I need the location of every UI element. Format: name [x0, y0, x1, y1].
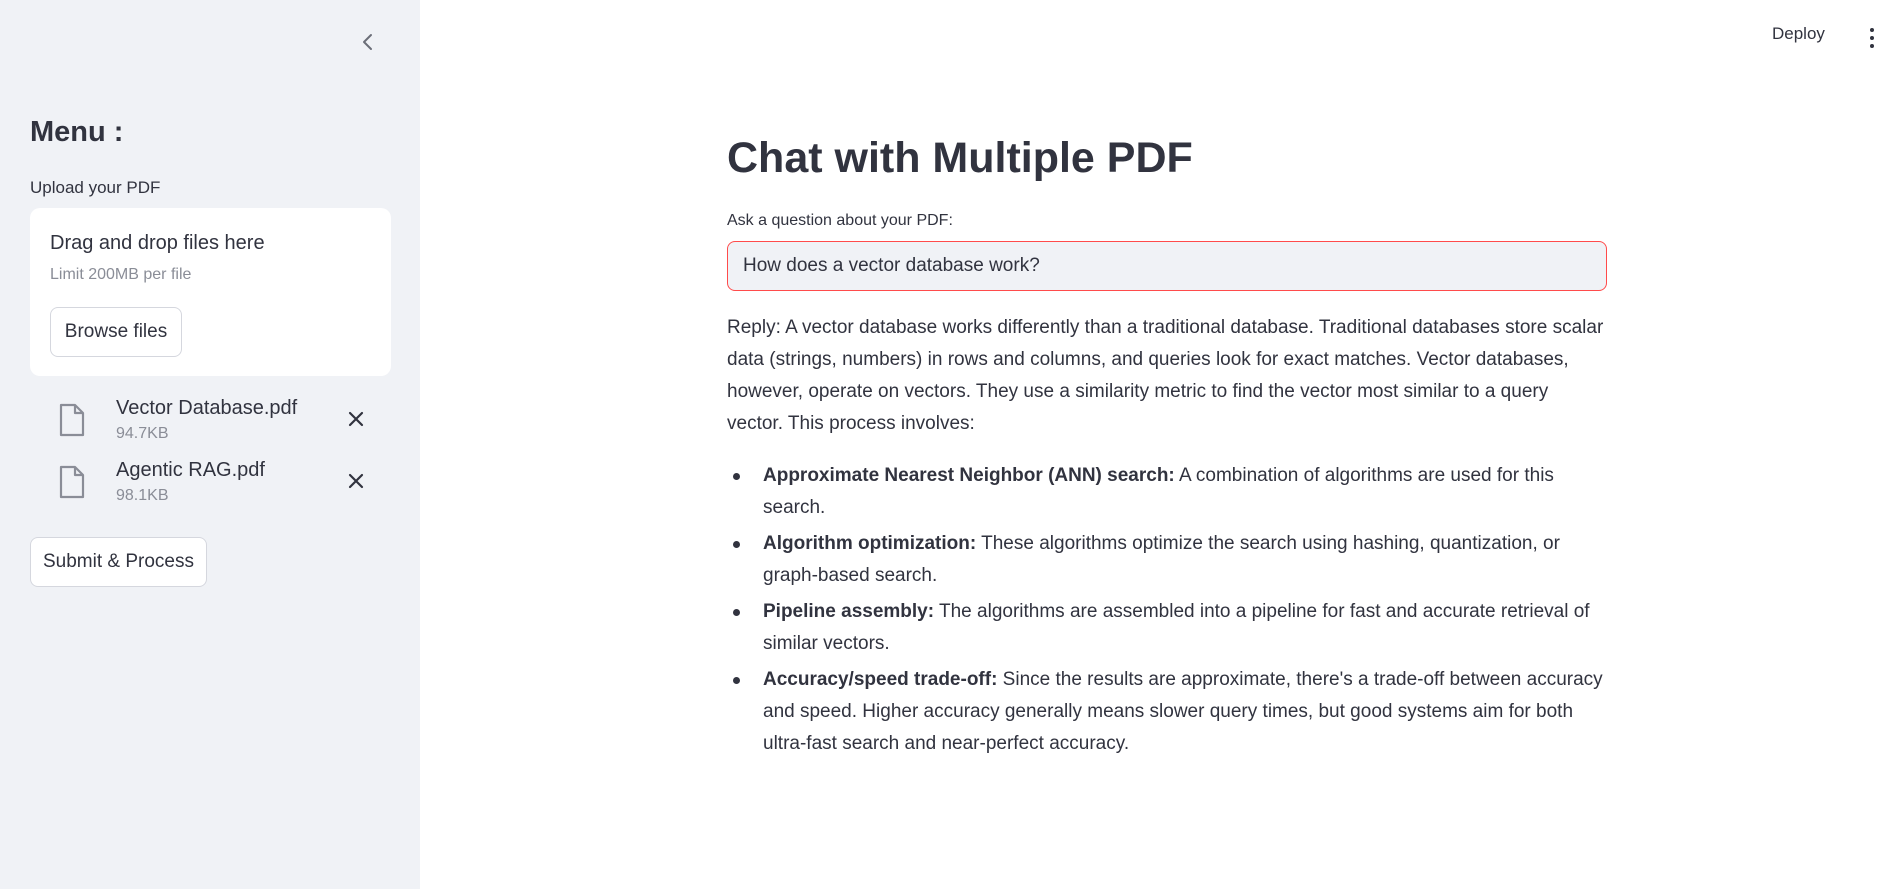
question-label: Ask a question about your PDF: — [727, 212, 953, 229]
chevron-left-icon — [363, 34, 372, 50]
dropzone-title: Drag and drop files here — [50, 232, 265, 254]
list-item: Algorithm optimization: These algorithms… — [727, 528, 1607, 592]
upload-label: Upload your PDF — [30, 178, 161, 197]
question-input[interactable] — [727, 241, 1607, 291]
remove-file-button[interactable] — [344, 469, 368, 493]
file-size: 94.7KB — [116, 425, 169, 442]
file-icon — [59, 403, 85, 437]
submit-process-button[interactable]: Submit & Process — [30, 537, 207, 587]
uploaded-file-item: Agentic RAG.pdf 98.1KB — [30, 457, 391, 513]
file-name: Vector Database.pdf — [116, 397, 298, 419]
reply-text: Reply: A vector database works different… — [727, 317, 1604, 434]
kebab-menu-icon[interactable] — [1864, 26, 1880, 50]
page-title: Chat with Multiple PDF — [727, 134, 1193, 182]
close-icon — [348, 411, 364, 427]
close-icon — [348, 473, 364, 489]
uploaded-file-item: Vector Database.pdf 94.7KB — [30, 395, 391, 451]
reply-bullet-list: Approximate Nearest Neighbor (ANN) searc… — [727, 460, 1607, 764]
collapse-sidebar-button[interactable] — [356, 30, 380, 54]
file-icon — [59, 465, 85, 499]
list-item: Pipeline assembly: The algorithms are as… — [727, 596, 1607, 660]
list-item: Approximate Nearest Neighbor (ANN) searc… — [727, 460, 1607, 524]
deploy-button[interactable]: Deploy — [1772, 24, 1825, 44]
bullet-term: Approximate Nearest Neighbor (ANN) searc… — [763, 465, 1175, 486]
remove-file-button[interactable] — [344, 407, 368, 431]
browse-files-button[interactable]: Browse files — [50, 307, 182, 357]
file-name: Agentic RAG.pdf — [116, 459, 265, 481]
bullet-term: Pipeline assembly: — [763, 601, 935, 622]
file-size: 98.1KB — [116, 487, 169, 504]
list-item: Accuracy/speed trade-off: Since the resu… — [727, 664, 1607, 760]
sidebar-menu-title: Menu : — [30, 116, 124, 148]
bullet-term: Algorithm optimization: — [763, 533, 977, 554]
dropzone-limit: Limit 200MB per file — [50, 266, 192, 283]
file-dropzone[interactable]: Drag and drop files here Limit 200MB per… — [30, 208, 391, 376]
bullet-term: Accuracy/speed trade-off: — [763, 669, 998, 690]
sidebar: Menu : Upload your PDF Drag and drop fil… — [0, 0, 420, 889]
